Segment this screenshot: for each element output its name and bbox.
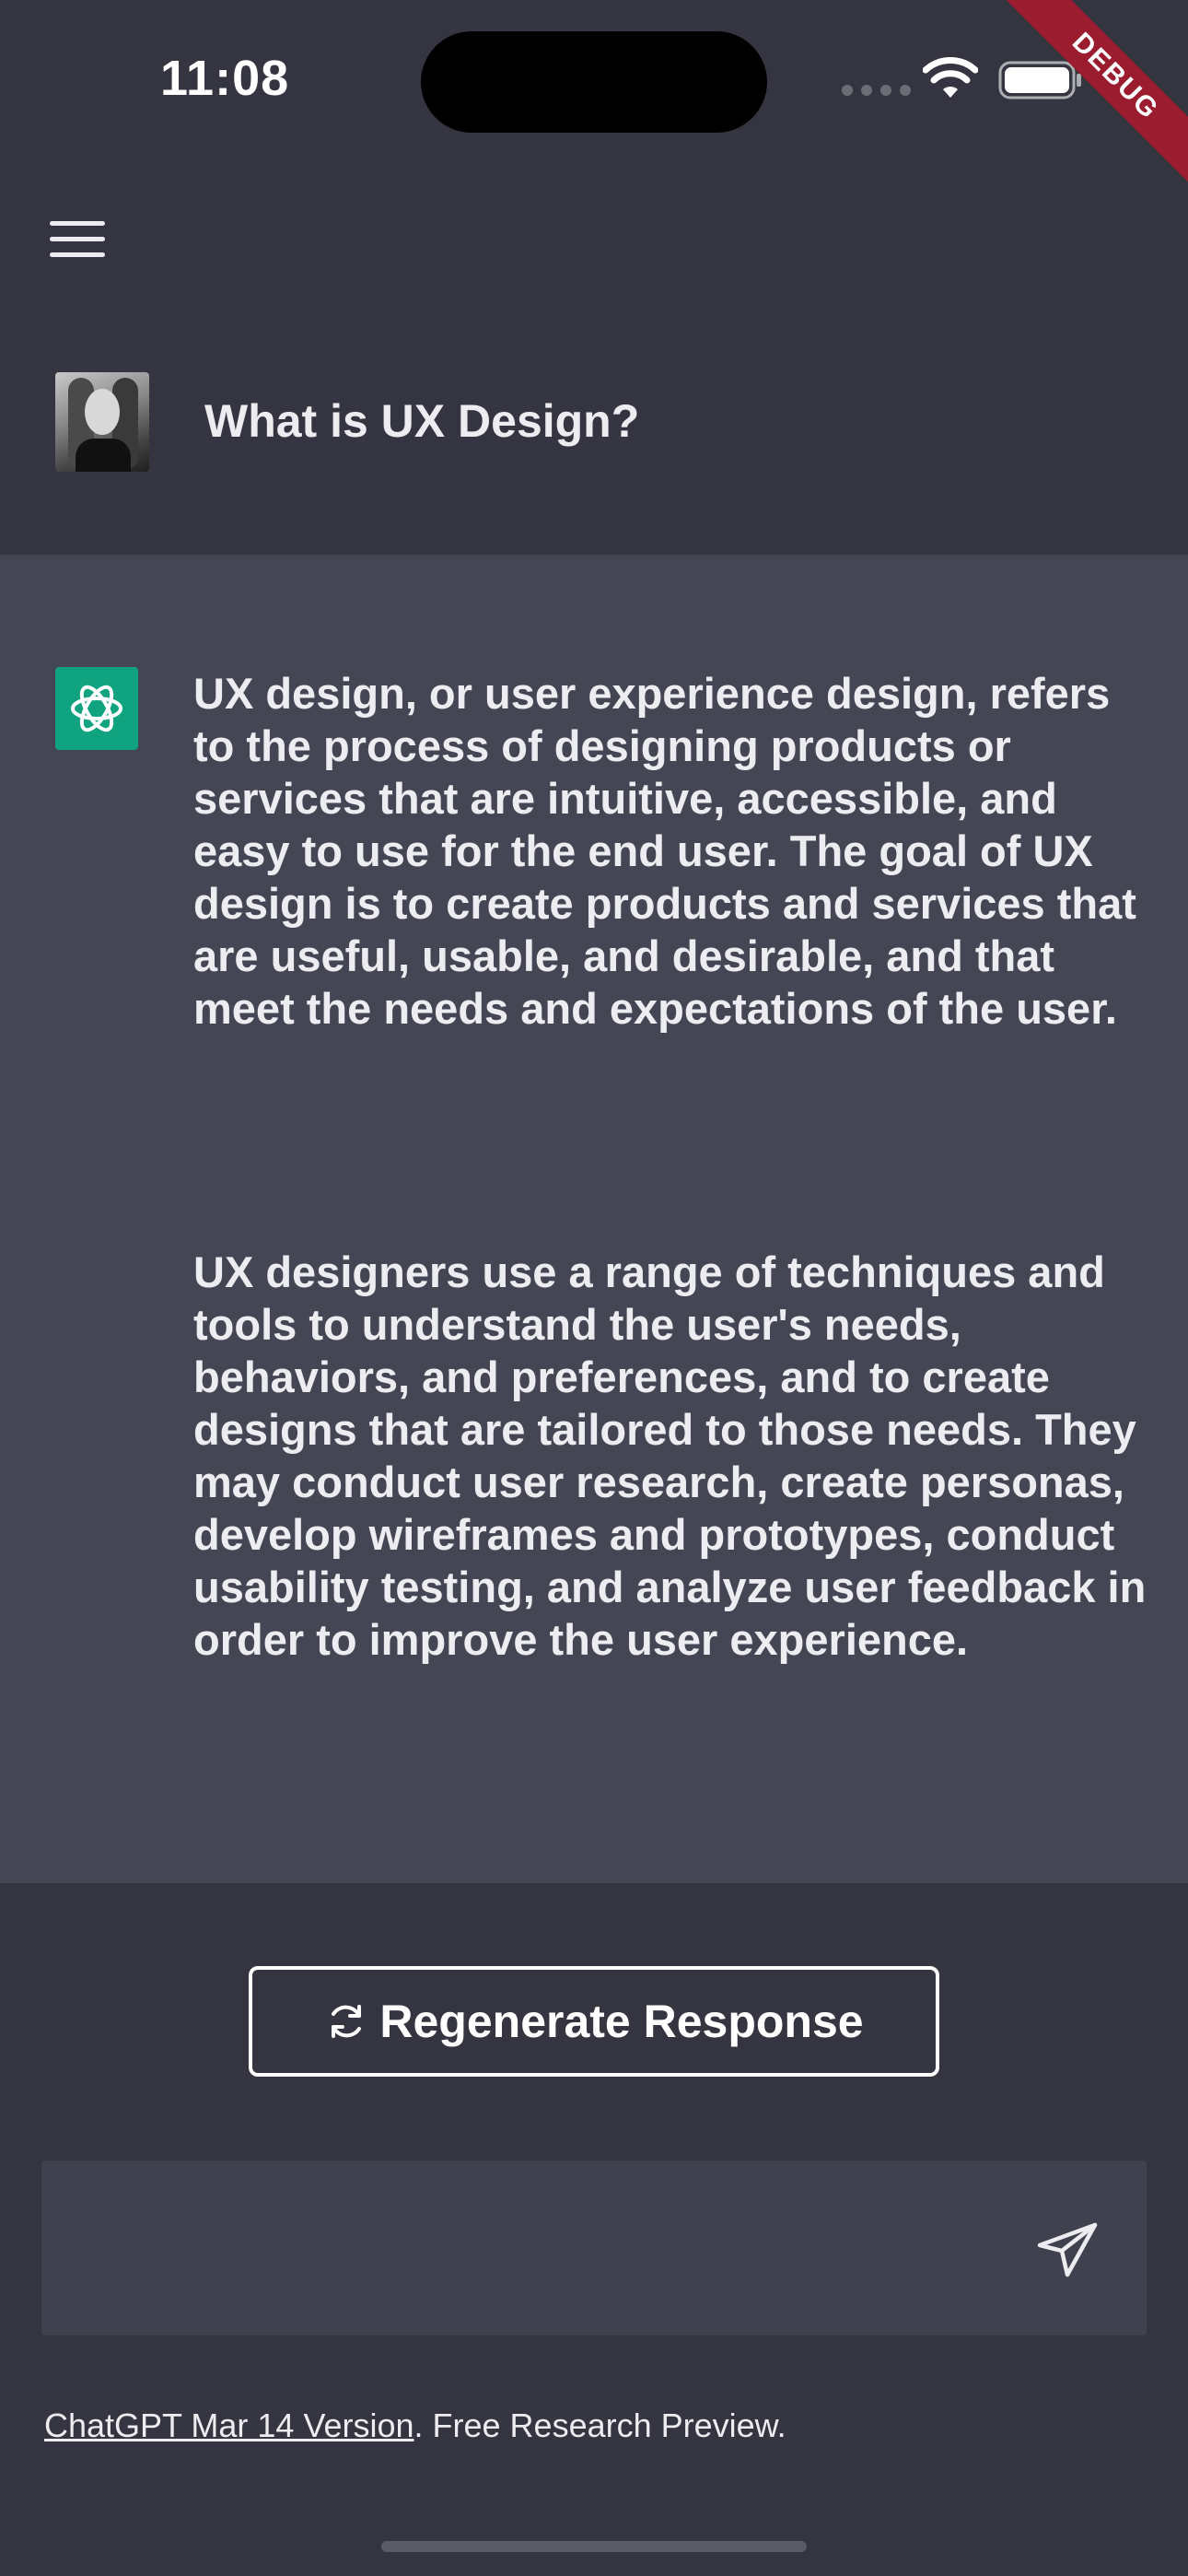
regenerate-response-button[interactable]: Regenerate Response [249,1966,939,2077]
user-message-row: What is UX Design? [0,350,1188,555]
assistant-paragraph: UX design, or user experience design, re… [193,669,1136,1033]
home-indicator [381,2541,807,2552]
regenerate-response-label: Regenerate Response [379,1996,864,2047]
signal-dots-icon [842,85,911,96]
hamburger-menu-icon[interactable] [50,221,105,262]
user-avatar [55,372,149,472]
status-time: 11:08 [160,51,290,106]
chat-screen: 11:08 DEBUG What is UX Design? UX design… [0,0,1188,2576]
send-icon[interactable] [1031,2218,1104,2282]
wifi-icon [923,57,978,98]
assistant-response: UX design, or user experience design, re… [0,555,1188,1883]
dynamic-island [421,31,767,133]
battery-icon [998,61,1081,100]
refresh-icon [332,2005,362,2038]
chatgpt-logo-icon [55,667,138,750]
message-composer [41,2160,1147,2336]
message-input[interactable] [69,2197,990,2299]
version-link[interactable]: ChatGPT Mar 14 Version [44,2406,414,2444]
assistant-paragraph: UX designers use a range of techniques a… [193,1247,1147,1664]
footer-suffix: . Free Research Preview. [413,2406,786,2444]
footer-note: ChatGPT Mar 14 Version. Free Research Pr… [44,2406,786,2445]
user-message-text: What is UX Design? [204,395,640,447]
debug-banner: DEBUG [991,0,1188,201]
